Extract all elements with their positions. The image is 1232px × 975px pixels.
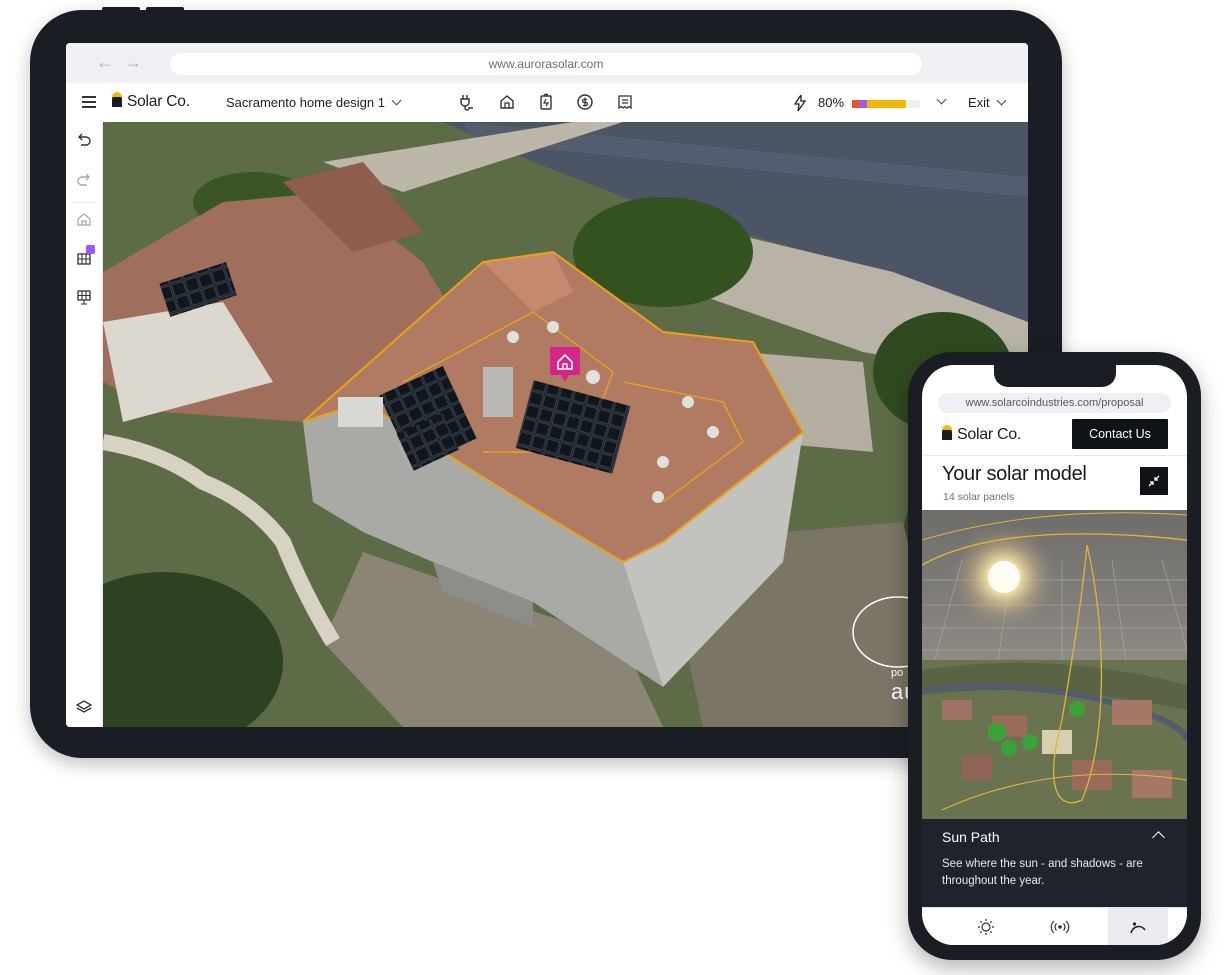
sun-path-panel: Sun Path See where the sun - and shadows… [922, 819, 1187, 907]
panel-count: 14 solar panels [943, 491, 1015, 503]
url-bar[interactable]: www.aurorasolar.com [170, 53, 922, 75]
phone-device: www.solarcoindustries.com/proposal Solar… [908, 352, 1201, 960]
dollar-icon[interactable] [576, 93, 594, 111]
receipt-icon[interactable] [616, 93, 634, 111]
chevron-down-icon [391, 95, 402, 106]
header-divider [922, 455, 1187, 456]
home-pin-icon[interactable] [548, 347, 582, 383]
forward-arrow-icon[interactable]: → [124, 52, 142, 72]
panel-grid-badge [86, 245, 95, 254]
tab-broadcast[interactable] [1015, 908, 1103, 945]
undo-icon[interactable] [75, 131, 93, 149]
battery-icon[interactable] [537, 93, 555, 111]
left-toolbar [66, 122, 103, 727]
model-title: Your solar model [942, 463, 1087, 485]
solar-co-logo-icon [942, 425, 952, 440]
battery-percent: 80% [818, 95, 845, 110]
chevron-down-icon [996, 95, 1007, 106]
tab-sun-path[interactable] [1108, 908, 1168, 945]
roof-edit-icon[interactable] [75, 211, 93, 229]
sun-icon [978, 919, 994, 935]
solar-co-logo-icon [112, 92, 122, 107]
design-selector[interactable]: Sacramento home design 1 [226, 95, 402, 110]
collapse-arrows-icon [1148, 475, 1160, 487]
toolbar-divider [74, 202, 94, 203]
lightning-icon [794, 95, 806, 111]
sun-arc-icon [1130, 922, 1146, 934]
plug-icon[interactable] [458, 93, 476, 111]
phone-tab-bar [922, 907, 1187, 945]
tablet-volume-button [146, 7, 184, 11]
battery-segment [866, 100, 907, 108]
sun-path-scene[interactable] [922, 510, 1187, 820]
battery-level-fill [852, 100, 907, 108]
broadcast-icon [1050, 920, 1070, 934]
panel-array-icon[interactable] [75, 288, 93, 306]
collapse-button[interactable] [1140, 467, 1168, 495]
redo-icon[interactable] [75, 171, 93, 189]
aerial-scene [103, 122, 1028, 727]
brand-logo: Solar Co. [112, 92, 190, 111]
layers-icon[interactable] [75, 698, 93, 716]
browser-bar: ← → www.aurorasolar.com [66, 43, 1028, 84]
aerial-3d-map[interactable]: po au [103, 122, 1028, 727]
brand-name: Solar Co. [127, 93, 190, 110]
design-name-label: Sacramento home design 1 [226, 95, 385, 110]
hamburger-icon[interactable] [82, 96, 96, 108]
sun-path-visual [922, 510, 1187, 820]
tablet-volume-button [102, 7, 140, 11]
sun-path-title: Sun Path [942, 829, 1000, 845]
phone-brand-name: Solar Co. [957, 426, 1021, 443]
exit-button[interactable]: Exit [968, 95, 1007, 110]
chevron-down-icon[interactable] [936, 94, 947, 105]
phone-brand-logo: Solar Co. [942, 425, 1021, 444]
chevron-up-icon[interactable] [1152, 831, 1165, 844]
phone-screen: www.solarcoindustries.com/proposal Solar… [922, 365, 1187, 945]
back-arrow-icon[interactable]: ← [96, 52, 114, 72]
battery-segment [852, 100, 861, 108]
contact-us-button[interactable]: Contact Us [1072, 419, 1168, 449]
sun-path-description: See where the sun - and shadows - are th… [942, 858, 1143, 887]
exit-label: Exit [968, 95, 990, 110]
phone-url-bar[interactable]: www.solarcoindustries.com/proposal [938, 393, 1171, 413]
battery-level-bar [852, 100, 920, 108]
phone-notch [994, 365, 1116, 387]
tablet-screen: ← → www.aurorasolar.com Solar Co. Sacram… [66, 43, 1028, 727]
home-icon[interactable] [498, 93, 516, 111]
